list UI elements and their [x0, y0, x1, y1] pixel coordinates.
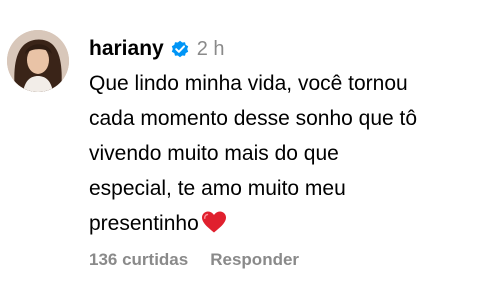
- comment-text-line: especial, te amo muito meu: [89, 177, 346, 200]
- comment-text-line-last: presentinho: [89, 206, 489, 241]
- avatar-image: [7, 30, 69, 92]
- comment-timestamp: 2 h: [196, 37, 225, 60]
- red-heart-icon: [200, 210, 228, 234]
- comment: hariany 2 h Que lindo minha vida, você t…: [0, 0, 500, 300]
- verified-badge-icon: [170, 39, 190, 59]
- comment-text-line: cada momento desse sonho que tô: [89, 107, 418, 130]
- comment-header: hariany 2 h: [89, 36, 225, 62]
- comment-text-line: vivendo muito mais do que: [89, 142, 339, 165]
- comment-text: Que lindo minha vida, você tornou cada m…: [89, 66, 489, 241]
- avatar[interactable]: [7, 30, 69, 92]
- likes-count[interactable]: 136 curtidas: [89, 250, 188, 270]
- comment-footer: 136 curtidas Responder: [89, 250, 299, 270]
- comment-text-final-word: presentinho: [89, 212, 199, 235]
- comment-text-line: Que lindo minha vida, você tornou: [89, 72, 408, 95]
- reply-button[interactable]: Responder: [210, 250, 299, 270]
- username-link[interactable]: hariany: [89, 37, 164, 61]
